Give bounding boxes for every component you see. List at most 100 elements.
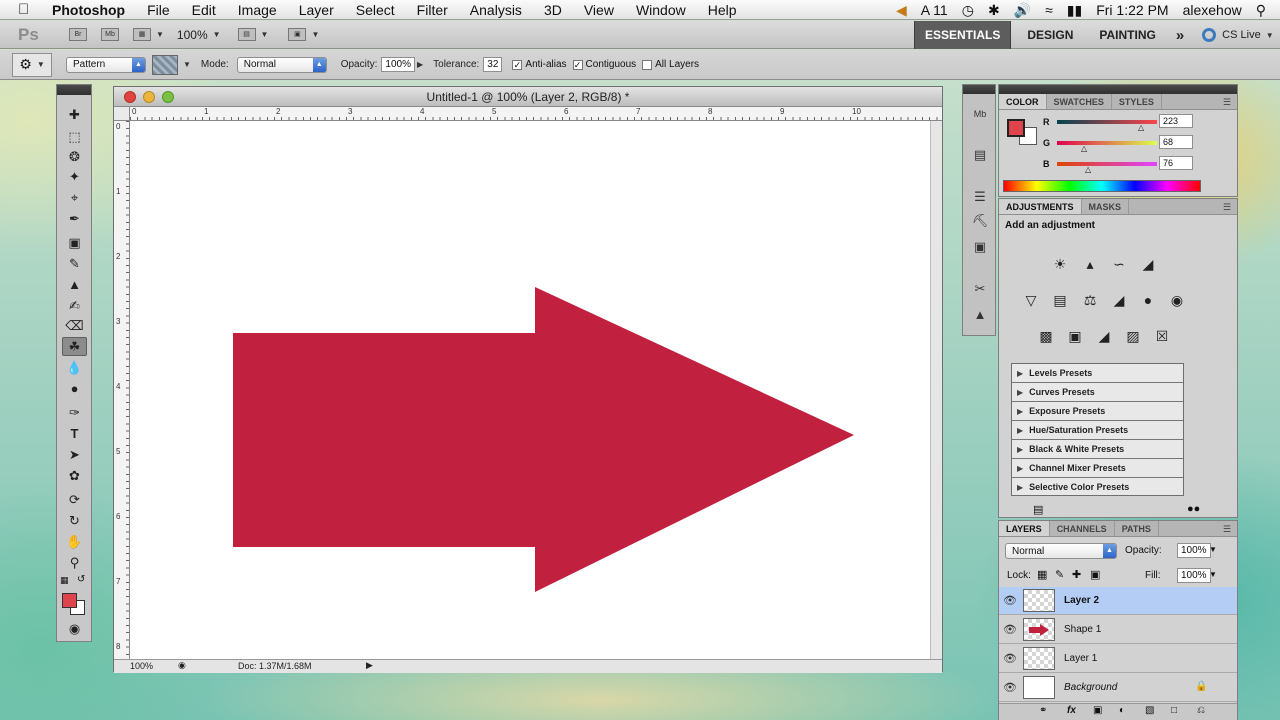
arrange-documents-button[interactable]: ▤ ▼ [235, 26, 272, 44]
type-tool-icon[interactable]: T [62, 424, 87, 443]
tab-styles[interactable]: STYLES [1112, 94, 1162, 109]
tool-presets-panel-icon[interactable]: ✂ [969, 281, 991, 299]
menu-file[interactable]: File [136, 2, 181, 18]
color-spectrum-ramp[interactable] [1003, 180, 1201, 192]
default-colors-icon[interactable]: ▦ [60, 575, 69, 586]
black-white-icon[interactable]: ◢ [1108, 290, 1130, 310]
path-selection-tool-icon[interactable]: ➤ [62, 445, 87, 464]
chevron-down-icon[interactable]: ▶ [417, 60, 423, 69]
volume-icon[interactable]: 🔊 [1014, 2, 1031, 19]
menu-clock[interactable]: Fri 1:22 PM [1096, 2, 1168, 18]
dodge-tool-icon[interactable]: ● [62, 379, 87, 398]
lock-pixels-icon[interactable]: ✎ [1055, 568, 1064, 581]
chevron-down-icon[interactable]: ▼ [213, 30, 221, 39]
3d-orbit-tool-icon[interactable]: ↻ [62, 511, 87, 530]
color-balance-icon[interactable]: ⚖ [1079, 290, 1101, 310]
panel-grip[interactable] [999, 85, 1237, 94]
layer-opacity-arrow-icon[interactable]: ▼ [1209, 545, 1217, 554]
clone-stamp-tool-icon[interactable]: ▲ [62, 275, 87, 294]
menu-view[interactable]: View [573, 2, 625, 18]
panel-grip[interactable] [57, 85, 91, 95]
quick-selection-tool-icon[interactable]: ✦ [62, 167, 87, 186]
pen-tool-icon[interactable]: ✑ [62, 403, 87, 422]
blur-tool-icon[interactable]: 💧 [62, 358, 87, 377]
foreground-color-swatch[interactable] [62, 593, 77, 608]
layer-name[interactable]: Layer 1 [1064, 653, 1097, 664]
menu-image[interactable]: Image [227, 2, 288, 18]
preset-levels[interactable]: ▶ Levels Presets [1012, 364, 1183, 383]
layer-name[interactable]: Layer 2 [1064, 595, 1099, 606]
minibridge-panel-icon[interactable]: Mb [969, 109, 991, 127]
adjustments-options-icon[interactable]: ●● [1187, 503, 1200, 515]
workspace-design[interactable]: DESIGN [1017, 21, 1083, 49]
mode-select[interactable]: Normal ▲ [236, 56, 327, 73]
fill-arrow-icon[interactable]: ▼ [1209, 570, 1217, 579]
opacity-field[interactable]: 100% [381, 57, 415, 72]
slider-blue-thumb-icon[interactable]: △ [1085, 165, 1091, 174]
preset-black-white[interactable]: ▶ Black & White Presets [1012, 440, 1183, 459]
tab-channels[interactable]: CHANNELS [1050, 521, 1115, 536]
tolerance-field[interactable]: 32 [483, 57, 503, 72]
tool-preset-picker[interactable]: ⚙ ▼ [12, 52, 52, 77]
wifi-icon[interactable]: ≈ [1045, 2, 1053, 18]
layer-row[interactable]: 👁 Background 🔒 [999, 674, 1237, 702]
marquee-tool-icon[interactable]: ⬚ [62, 127, 87, 146]
tab-color[interactable]: COLOR [999, 94, 1047, 109]
menu-edit[interactable]: Edit [181, 2, 227, 18]
panel-menu-icon[interactable]: ☰ [1223, 94, 1231, 110]
screen-mode-button[interactable]: ▣ ▼ [285, 26, 322, 44]
preset-selective-color[interactable]: ▶ Selective Color Presets [1012, 478, 1183, 497]
menu-user[interactable]: alexehow [1183, 2, 1242, 18]
zoom-window-icon[interactable] [162, 91, 174, 103]
apple-icon[interactable]:  [18, 1, 40, 18]
curves-icon[interactable]: ∽ [1108, 254, 1130, 274]
vertical-scrollbar[interactable] [930, 121, 942, 659]
bluetooth-icon[interactable]: ✱ [988, 2, 1000, 19]
arrow-shape[interactable] [233, 287, 854, 592]
3d-panel-icon[interactable]: ▣ [969, 239, 991, 257]
hand-tool-icon[interactable]: ✋ [62, 532, 87, 551]
contiguous-checkbox[interactable]: ✓ [572, 59, 583, 70]
preset-curves[interactable]: ▶ Curves Presets [1012, 383, 1183, 402]
tab-swatches[interactable]: SWATCHES [1047, 94, 1112, 109]
brush-tool-icon[interactable]: ✎ [62, 254, 87, 273]
zoom-level[interactable]: 100% [177, 28, 208, 42]
slider-green-value[interactable]: 68 [1159, 135, 1193, 149]
eraser-tool-icon[interactable]: ⌫ [62, 316, 87, 335]
paint-bucket-tool-icon[interactable]: ☘ [62, 337, 87, 356]
cslive-button[interactable]: CS Live [1222, 29, 1261, 41]
channel-mixer-icon[interactable]: ◉ [1166, 290, 1188, 310]
slider-blue-track[interactable] [1057, 162, 1157, 166]
tab-paths[interactable]: PATHS [1115, 521, 1159, 536]
menu-analysis[interactable]: Analysis [459, 2, 533, 18]
minimize-icon[interactable] [143, 91, 155, 103]
slider-red-thumb-icon[interactable]: △ [1138, 123, 1144, 132]
fill-source-select[interactable]: Pattern ▲ [66, 56, 146, 73]
eye-icon[interactable]: 👁 [999, 652, 1021, 665]
zoom-tool-icon[interactable]: ⚲ [62, 553, 87, 572]
levels-icon[interactable]: ▴ [1079, 254, 1101, 274]
layer-row[interactable]: 👁 Layer 2 [999, 587, 1237, 615]
gradient-map-icon[interactable]: ▨ [1122, 326, 1144, 346]
lock-position-icon[interactable]: ✚ [1072, 568, 1081, 581]
workspace-essentials[interactable]: ESSENTIALS [914, 21, 1012, 49]
layer-opacity-field[interactable]: 100% [1177, 543, 1211, 558]
vertical-ruler[interactable]: 0 1 2 3 4 5 6 7 8 [114, 121, 130, 659]
selective-color-icon[interactable]: ☒ [1151, 326, 1173, 346]
new-group-icon[interactable]: ▧ [1145, 705, 1154, 716]
tab-masks[interactable]: MASKS [1082, 199, 1130, 214]
status-zoom[interactable]: 100% [130, 661, 153, 671]
tab-adjustments[interactable]: ADJUSTMENTS [999, 199, 1082, 214]
history-brush-tool-icon[interactable]: ✍ [62, 296, 87, 315]
lock-transparency-icon[interactable]: ▦ [1037, 568, 1047, 581]
eye-icon[interactable]: 👁 [999, 594, 1021, 607]
new-layer-icon[interactable]: □ [1171, 705, 1177, 716]
link-layers-icon[interactable]: ⚭ [1039, 705, 1047, 716]
invert-icon[interactable]: ▩ [1035, 326, 1057, 346]
delete-layer-icon[interactable]: ⎌ [1197, 705, 1205, 716]
blend-mode-select[interactable]: Normal ▲ [1005, 543, 1117, 559]
slider-green-thumb-icon[interactable]: △ [1081, 144, 1087, 153]
layer-row[interactable]: 👁 Shape 1 [999, 616, 1237, 644]
spotlight-icon[interactable]: ⚲ [1256, 2, 1266, 19]
status-menu-arrow-icon[interactable]: ▶ [366, 660, 373, 671]
